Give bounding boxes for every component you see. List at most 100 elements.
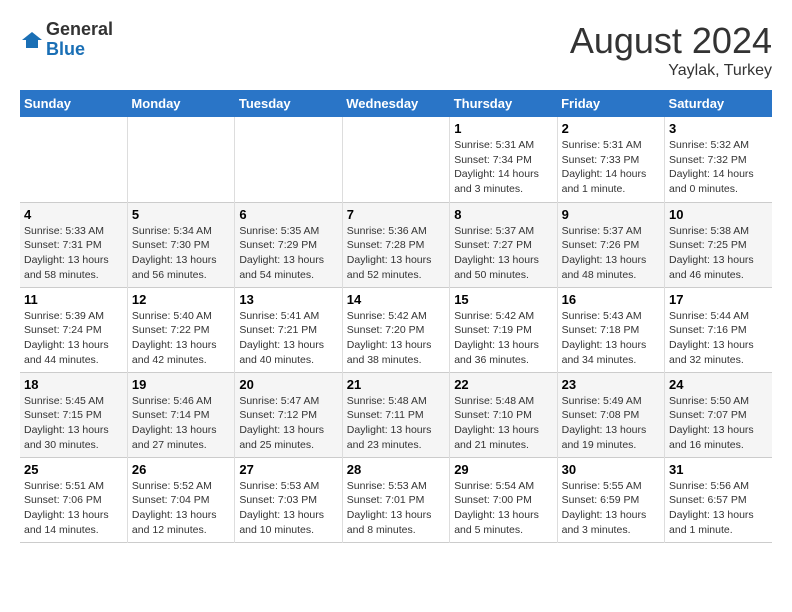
calendar-cell: 17 Sunrise: 5:44 AM Sunset: 7:16 PM Dayli… [665, 287, 772, 372]
day-number: 28 [347, 462, 445, 477]
day-number: 26 [132, 462, 230, 477]
day-info: Sunrise: 5:32 AM Sunset: 7:32 PM Dayligh… [669, 138, 768, 197]
calendar-cell: 20 Sunrise: 5:47 AM Sunset: 7:12 PM Dayli… [235, 372, 342, 457]
day-info: Sunrise: 5:48 AM Sunset: 7:11 PM Dayligh… [347, 394, 445, 453]
day-info: Sunrise: 5:41 AM Sunset: 7:21 PM Dayligh… [239, 309, 337, 368]
calendar-cell: 19Sunrise: 5:46 AM Sunset: 7:14 PM Dayli… [127, 372, 234, 457]
day-info: Sunrise: 5:42 AM Sunset: 7:20 PM Dayligh… [347, 309, 445, 368]
day-info: Sunrise: 5:54 AM Sunset: 7:00 PM Dayligh… [454, 479, 552, 538]
calendar-cell: 12 Sunrise: 5:40 AM Sunset: 7:22 PM Dayli… [127, 287, 234, 372]
day-info: Sunrise: 5:43 AM Sunset: 7:18 PM Dayligh… [562, 309, 660, 368]
day-info: Sunrise: 5:39 AM Sunset: 7:24 PM Dayligh… [24, 309, 123, 368]
day-info: Sunrise: 5:40 AM Sunset: 7:22 PM Dayligh… [132, 309, 230, 368]
calendar-cell: 23 Sunrise: 5:49 AM Sunset: 7:08 PM Dayli… [557, 372, 664, 457]
day-info: Sunrise: 5:37 AM Sunset: 7:26 PM Dayligh… [562, 224, 660, 283]
day-number: 13 [239, 292, 337, 307]
day-info: Sunrise: 5:53 AM Sunset: 7:01 PM Dayligh… [347, 479, 445, 538]
calendar-cell: 16 Sunrise: 5:43 AM Sunset: 7:18 PM Dayli… [557, 287, 664, 372]
calendar-cell: 15Sunrise: 5:42 AM Sunset: 7:19 PM Dayli… [450, 287, 557, 372]
calendar-cell: 26 Sunrise: 5:52 AM Sunset: 7:04 PM Dayli… [127, 457, 234, 542]
day-number: 20 [239, 377, 337, 392]
calendar-cell: 5 Sunrise: 5:34 AM Sunset: 7:30 PM Daylig… [127, 202, 234, 287]
day-number: 29 [454, 462, 552, 477]
header-monday: Monday [127, 90, 234, 117]
calendar-week-row: 4Sunrise: 5:33 AM Sunset: 7:31 PM Daylig… [20, 202, 772, 287]
day-info: Sunrise: 5:52 AM Sunset: 7:04 PM Dayligh… [132, 479, 230, 538]
calendar-cell: 8 Sunrise: 5:37 AM Sunset: 7:27 PM Daylig… [450, 202, 557, 287]
header-thursday: Thursday [450, 90, 557, 117]
day-info: Sunrise: 5:34 AM Sunset: 7:30 PM Dayligh… [132, 224, 230, 283]
location-title: Yaylak, Turkey [570, 62, 772, 80]
calendar-cell: 7 Sunrise: 5:36 AM Sunset: 7:28 PM Daylig… [342, 202, 449, 287]
calendar-cell: 18 Sunrise: 5:45 AM Sunset: 7:15 PM Dayli… [20, 372, 127, 457]
title-block: August 2024 Yaylak, Turkey [570, 20, 772, 80]
day-info: Sunrise: 5:36 AM Sunset: 7:28 PM Dayligh… [347, 224, 445, 283]
day-number: 16 [562, 292, 660, 307]
calendar-cell: 2Sunrise: 5:31 AM Sunset: 7:33 PM Daylig… [557, 117, 664, 202]
day-number: 7 [347, 207, 445, 222]
day-info: Sunrise: 5:42 AM Sunset: 7:19 PM Dayligh… [454, 309, 552, 368]
calendar-week-row: 11Sunrise: 5:39 AM Sunset: 7:24 PM Dayli… [20, 287, 772, 372]
calendar-cell [20, 117, 127, 202]
logo-blue-text: Blue [46, 40, 113, 60]
calendar-cell: 11Sunrise: 5:39 AM Sunset: 7:24 PM Dayli… [20, 287, 127, 372]
calendar-cell [235, 117, 342, 202]
day-info: Sunrise: 5:49 AM Sunset: 7:08 PM Dayligh… [562, 394, 660, 453]
day-number: 12 [132, 292, 230, 307]
calendar-table: Sunday Monday Tuesday Wednesday Thursday… [20, 90, 772, 543]
day-info: Sunrise: 5:53 AM Sunset: 7:03 PM Dayligh… [239, 479, 337, 538]
calendar-cell: 24 Sunrise: 5:50 AM Sunset: 7:07 PM Dayli… [665, 372, 772, 457]
header-sunday: Sunday [20, 90, 127, 117]
header-tuesday: Tuesday [235, 90, 342, 117]
header-saturday: Saturday [665, 90, 772, 117]
logo-icon [20, 30, 44, 50]
day-info: Sunrise: 5:44 AM Sunset: 7:16 PM Dayligh… [669, 309, 768, 368]
day-info: Sunrise: 5:56 AM Sunset: 6:57 PM Dayligh… [669, 479, 768, 538]
calendar-header-row: Sunday Monday Tuesday Wednesday Thursday… [20, 90, 772, 117]
day-info: Sunrise: 5:38 AM Sunset: 7:25 PM Dayligh… [669, 224, 768, 283]
day-info: Sunrise: 5:33 AM Sunset: 7:31 PM Dayligh… [24, 224, 123, 283]
calendar-cell [342, 117, 449, 202]
day-info: Sunrise: 5:31 AM Sunset: 7:33 PM Dayligh… [562, 138, 660, 197]
month-year-title: August 2024 [570, 20, 772, 62]
calendar-cell: 29 Sunrise: 5:54 AM Sunset: 7:00 PM Dayli… [450, 457, 557, 542]
calendar-cell: 27Sunrise: 5:53 AM Sunset: 7:03 PM Dayli… [235, 457, 342, 542]
day-number: 17 [669, 292, 768, 307]
day-info: Sunrise: 5:48 AM Sunset: 7:10 PM Dayligh… [454, 394, 552, 453]
header-friday: Friday [557, 90, 664, 117]
day-info: Sunrise: 5:35 AM Sunset: 7:29 PM Dayligh… [239, 224, 337, 283]
calendar-cell: 28 Sunrise: 5:53 AM Sunset: 7:01 PM Dayli… [342, 457, 449, 542]
calendar-cell: 3Sunrise: 5:32 AM Sunset: 7:32 PM Daylig… [665, 117, 772, 202]
calendar-cell [127, 117, 234, 202]
day-number: 23 [562, 377, 660, 392]
calendar-cell: 21 Sunrise: 5:48 AM Sunset: 7:11 PM Dayli… [342, 372, 449, 457]
calendar-week-row: 1 Sunrise: 5:31 AM Sunset: 7:34 PM Daylig… [20, 117, 772, 202]
day-number: 25 [24, 462, 123, 477]
calendar-cell: 30Sunrise: 5:55 AM Sunset: 6:59 PM Dayli… [557, 457, 664, 542]
calendar-cell: 31 Sunrise: 5:56 AM Sunset: 6:57 PM Dayli… [665, 457, 772, 542]
day-number: 24 [669, 377, 768, 392]
calendar-week-row: 25Sunrise: 5:51 AM Sunset: 7:06 PM Dayli… [20, 457, 772, 542]
day-info: Sunrise: 5:37 AM Sunset: 7:27 PM Dayligh… [454, 224, 552, 283]
calendar-cell: 13 Sunrise: 5:41 AM Sunset: 7:21 PM Dayli… [235, 287, 342, 372]
day-number: 5 [132, 207, 230, 222]
page-header: General Blue August 2024 Yaylak, Turkey [20, 20, 772, 80]
day-info: Sunrise: 5:45 AM Sunset: 7:15 PM Dayligh… [24, 394, 123, 453]
day-number: 10 [669, 207, 768, 222]
day-number: 1 [454, 121, 552, 136]
day-info: Sunrise: 5:47 AM Sunset: 7:12 PM Dayligh… [239, 394, 337, 453]
day-info: Sunrise: 5:31 AM Sunset: 7:34 PM Dayligh… [454, 138, 552, 197]
day-info: Sunrise: 5:46 AM Sunset: 7:14 PM Dayligh… [132, 394, 230, 453]
day-number: 6 [239, 207, 337, 222]
day-info: Sunrise: 5:50 AM Sunset: 7:07 PM Dayligh… [669, 394, 768, 453]
calendar-cell: 1 Sunrise: 5:31 AM Sunset: 7:34 PM Daylig… [450, 117, 557, 202]
calendar-cell: 14 Sunrise: 5:42 AM Sunset: 7:20 PM Dayli… [342, 287, 449, 372]
day-number: 8 [454, 207, 552, 222]
calendar-cell: 9Sunrise: 5:37 AM Sunset: 7:26 PM Daylig… [557, 202, 664, 287]
day-number: 18 [24, 377, 123, 392]
day-number: 31 [669, 462, 768, 477]
day-number: 22 [454, 377, 552, 392]
day-number: 14 [347, 292, 445, 307]
calendar-cell: 10 Sunrise: 5:38 AM Sunset: 7:25 PM Dayli… [665, 202, 772, 287]
day-number: 21 [347, 377, 445, 392]
